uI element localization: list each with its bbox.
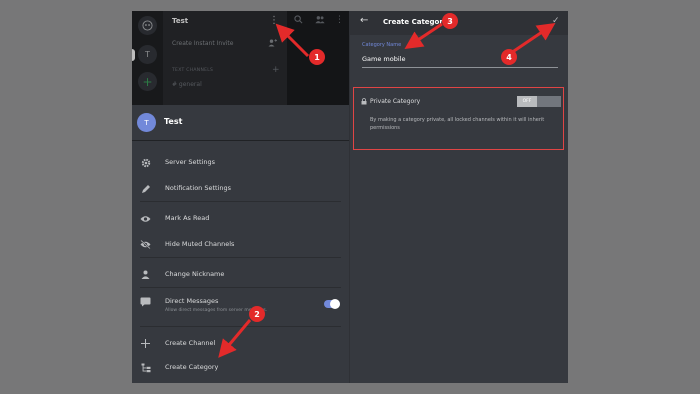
arrow-4 <box>510 22 556 55</box>
annotation-arrows <box>218 22 556 358</box>
arrow-1 <box>275 23 310 58</box>
arrow-2 <box>218 319 252 358</box>
callout-1: 1 <box>309 49 325 65</box>
arrow-3 <box>404 22 443 49</box>
callout-4: 4 <box>501 49 517 65</box>
callout-2: 2 <box>249 306 265 322</box>
callout-3: 3 <box>442 13 458 29</box>
